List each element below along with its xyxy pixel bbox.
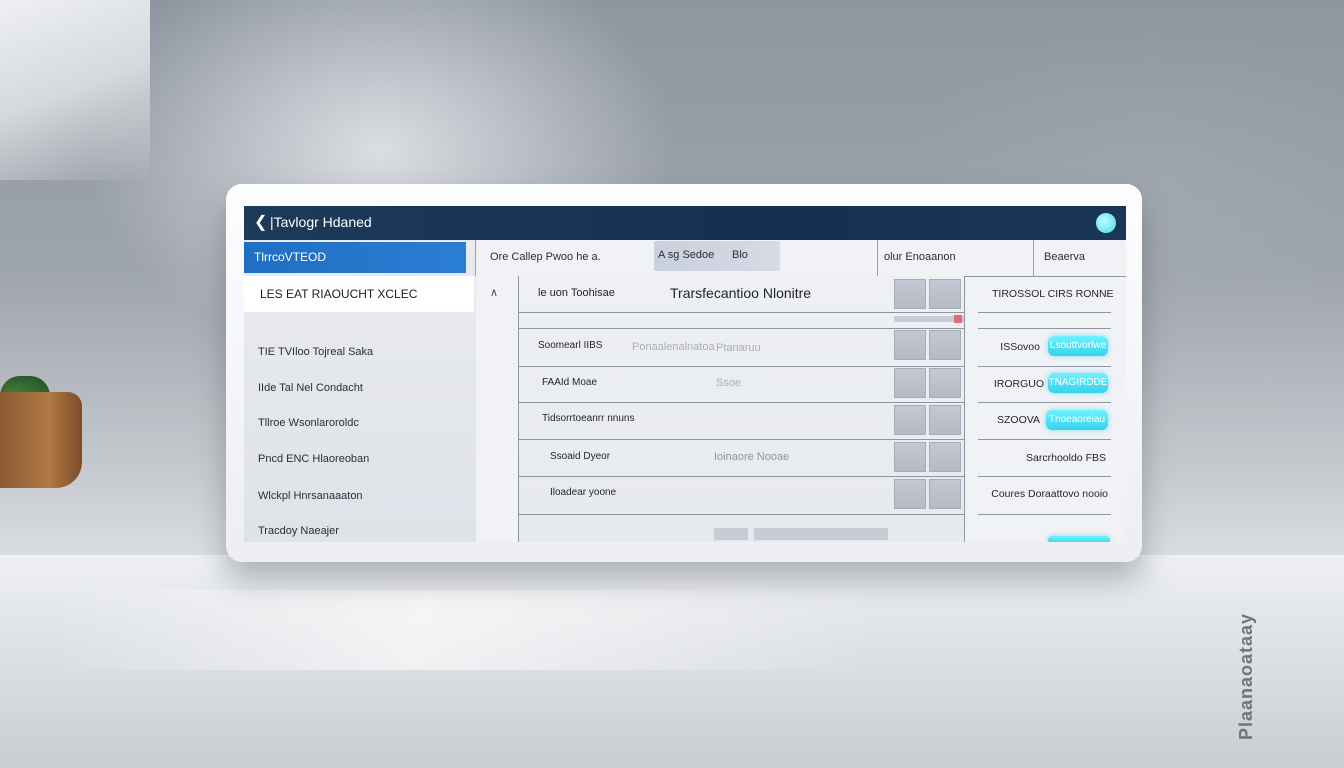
column-divider <box>475 240 476 276</box>
alert-marker <box>954 315 962 323</box>
side-caption: Plaanaoataay <box>1236 612 1256 740</box>
sidebar: TlrrcoVTEOD LES EAT RIAOUCHT XCLEC TIE T… <box>244 240 476 542</box>
row-label[interactable]: Iloadear yoone <box>550 487 616 498</box>
cell-box[interactable] <box>894 405 926 435</box>
row-label[interactable]: FAAId Moae <box>542 377 597 388</box>
sidebar-item[interactable]: Wlckpl Hnrsanaaaton <box>258 490 363 502</box>
column-divider <box>877 240 878 276</box>
row-rule <box>978 402 1111 403</box>
column-divider <box>1033 240 1034 276</box>
sidebar-item-active[interactable]: TlrrcoVTEOD <box>244 242 466 273</box>
status-badge[interactable]: TNAGIRDDE <box>1048 373 1108 393</box>
filter-chip-value: Blo <box>732 249 748 261</box>
sidebar-section-title[interactable]: LES EAT RIAOUCHT XCLEC <box>244 276 474 312</box>
cell-box[interactable] <box>929 405 961 435</box>
row-rule <box>518 402 964 403</box>
tablet-device: ❮ |Tavlogr Hdaned TlrrcoVTEOD LES EAT RI… <box>226 184 1142 562</box>
status-dot-icon[interactable] <box>1096 213 1116 233</box>
row-ghost: Ponaalenalnatoa <box>632 341 715 353</box>
row-rule <box>978 312 1111 313</box>
table-header-left: le uon Toohisae <box>538 287 615 299</box>
row-value: SZOOVA <box>997 414 1040 426</box>
cell-box[interactable] <box>929 330 961 360</box>
row-ghost: Ssoe <box>716 377 742 389</box>
filter-chip-label: A sg Sedoe <box>658 249 715 261</box>
top-bar: ❮ |Tavlogr Hdaned <box>244 206 1126 240</box>
column-header-1[interactable]: Ore Callep Pwoo he a. <box>490 240 601 274</box>
window-light <box>0 0 150 180</box>
row-rule <box>518 328 964 329</box>
sidebar-item[interactable]: Tracdoy Naeajer <box>258 525 339 537</box>
cell-box[interactable] <box>929 368 961 398</box>
cell-box[interactable] <box>929 442 961 472</box>
cell-box[interactable] <box>894 330 926 360</box>
placeholder-bar <box>714 528 748 540</box>
row-label[interactable]: Tidsorrtoeanrr nnuns <box>542 413 634 424</box>
row-rule <box>518 312 964 313</box>
row-rule <box>518 514 964 515</box>
table-header-right: TIROSSOL CIRS RONNE <box>992 288 1114 300</box>
row-rule <box>978 328 1111 329</box>
row-rule <box>978 476 1111 477</box>
row-rule <box>978 366 1111 367</box>
row-rule <box>518 366 964 367</box>
chevron-up-icon[interactable]: ∧ <box>490 286 498 299</box>
row-ghost: Ptanaruu <box>716 342 761 354</box>
row-rule <box>518 476 964 477</box>
column-header-3[interactable]: olur Enoaanon <box>884 240 956 274</box>
row-value: Sarcrhooldo FBS <box>1026 452 1106 464</box>
cell-box[interactable] <box>929 479 961 509</box>
cell-box[interactable] <box>929 279 961 309</box>
sidebar-item[interactable]: Pncd ENC Hlaoreoban <box>258 453 369 465</box>
row-value: IRORGUO <box>993 378 1044 390</box>
table-title: Trarsfecantioo Nlonitre <box>670 285 812 301</box>
app-screen: ❮ |Tavlogr Hdaned TlrrcoVTEOD LES EAT RI… <box>244 206 1126 542</box>
row-value: ISSovoo <box>1000 341 1040 353</box>
row-label[interactable]: Soomearl IIBS <box>538 340 602 351</box>
row-label[interactable]: Ssoaid Dyeor <box>550 451 610 462</box>
cell-box[interactable] <box>894 368 926 398</box>
column-divider <box>964 276 965 542</box>
row-rule <box>978 439 1111 440</box>
light-streak <box>60 590 960 670</box>
status-badge-partial[interactable] <box>1048 536 1110 542</box>
cell-box[interactable] <box>894 442 926 472</box>
sidebar-item[interactable]: Tllroe Wsonlaroroldc <box>258 417 359 429</box>
cell-box[interactable] <box>894 479 926 509</box>
back-chevron-icon[interactable]: ❮ <box>254 214 270 232</box>
row-ghost: Ioinaore Nooae <box>714 451 790 463</box>
status-badge[interactable]: Lsouttvorlwe <box>1048 336 1108 356</box>
filter-chip[interactable]: A sg Sedoe Blo <box>654 241 780 271</box>
row-rule <box>978 514 1111 515</box>
column-header-4[interactable]: Beaerva <box>1044 240 1085 274</box>
status-badge[interactable]: Tnoeaoreiau <box>1046 410 1108 430</box>
row-rule <box>518 439 964 440</box>
sidebar-item[interactable]: TIE TVIloo Tojreal Saka <box>258 346 373 358</box>
placeholder-bar <box>754 528 888 540</box>
sidebar-item[interactable]: IIde Tal Nel Condacht <box>258 382 363 394</box>
app-title: |Tavlogr Hdaned <box>270 214 372 230</box>
plant-pot <box>0 392 82 488</box>
cell-box[interactable] <box>894 279 926 309</box>
row-value: Coures Doraattovo nooio <box>991 488 1108 500</box>
